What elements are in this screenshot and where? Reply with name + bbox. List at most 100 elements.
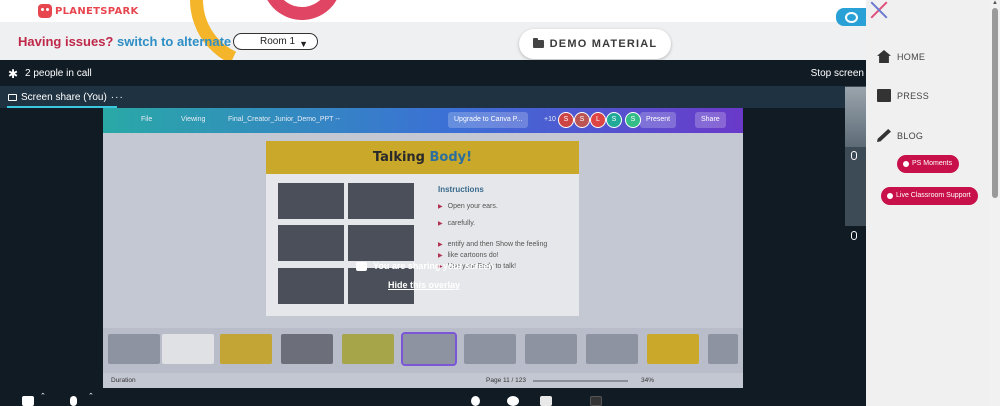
slide-thumbnail <box>586 334 638 364</box>
canva-doc-title: Final_Creator_Junior_Demo_PPT -- <box>228 116 340 123</box>
canva-present-button: Present <box>640 112 677 128</box>
slide-title-part: Talking <box>372 150 430 165</box>
avatar: S <box>574 112 590 128</box>
people-count: 2 people in call <box>25 68 92 79</box>
canva-status-bar: Duration Page 11 / 123 34% <box>103 373 743 388</box>
demo-material-label: DEMO MATERIAL <box>549 38 658 50</box>
shared-screen: File Viewing Final_Creator_Junior_Demo_P… <box>103 108 743 388</box>
mic-icon <box>851 231 857 240</box>
avatar: L <box>590 112 606 128</box>
avatar: S <box>606 112 622 128</box>
more-options-icon[interactable]: ··· <box>111 92 124 103</box>
menu-item-label: PRESS <box>897 90 930 101</box>
avatar: S <box>625 112 641 128</box>
more-icon[interactable] <box>590 396 602 406</box>
scroll-up-icon[interactable]: ▲ <box>992 0 998 6</box>
pencil-icon <box>877 129 891 142</box>
sharing-overlay-message: You are sharing your screen <box>356 261 494 271</box>
zoom-slider <box>533 380 628 382</box>
video-call-area: ✱ 2 people in call Stop screen Screen sh… <box>0 60 866 406</box>
screen-share-icon <box>356 261 367 271</box>
slide-thumbnails <box>103 328 743 373</box>
chat-icon[interactable] <box>836 8 866 26</box>
slide-title-highlight: Body! <box>429 150 473 165</box>
chevron-up-icon[interactable]: ⌃ <box>88 392 94 400</box>
gear-icon[interactable]: ✱ <box>8 67 18 81</box>
issue-message: Having issues? switch to alternate room <box>18 34 267 49</box>
slide-thumbnail <box>647 334 699 364</box>
screen-share-stop-icon[interactable] <box>540 396 552 406</box>
screen-share-tab[interactable]: Screen share (You) ··· <box>8 92 124 103</box>
active-tab-indicator <box>7 106 117 108</box>
canva-collab-count: +10 <box>544 116 556 123</box>
slide-photo <box>348 225 414 261</box>
call-controls: ⌃ ⌃ <box>0 388 866 406</box>
slide-thumbnail <box>281 334 333 364</box>
instruction-line: like cartoons do! <box>438 252 499 259</box>
logo-icon <box>38 4 52 18</box>
instructions-heading: Instructions <box>438 185 484 194</box>
scrollbar-thumb[interactable] <box>992 8 998 198</box>
ps-moments-label: PS Moments <box>912 160 953 167</box>
demo-material-button[interactable]: DEMO MATERIAL <box>519 29 671 59</box>
slide-thumbnail <box>162 334 214 364</box>
menu-item-label: BLOG <box>897 130 924 141</box>
screen-share-tabbar: Screen share (You) ··· <box>0 86 845 108</box>
room-select-value: Room 1 <box>260 36 296 47</box>
instruction-line: entify and then Show the feeling <box>438 241 548 248</box>
canva-upgrade-button: Upgrade to Canva P... <box>448 112 529 128</box>
slide-photo <box>278 225 344 261</box>
canva-share-button: Share <box>695 112 726 128</box>
close-circle-icon <box>887 193 893 199</box>
ps-moments-button[interactable]: PS Moments <box>897 155 960 173</box>
page: PLANETSPARK Having issues? switch to alt… <box>0 0 1000 406</box>
canva-canvas: Talking Body! Instructions Open your ear… <box>103 133 743 328</box>
sharing-overlay-text: You are sharing your screen <box>373 261 494 271</box>
room-select[interactable]: Room 1 ▼ <box>233 33 318 50</box>
participants-icon[interactable] <box>471 396 480 406</box>
monitor-icon <box>8 94 17 101</box>
chat-bubble-icon[interactable] <box>507 396 519 406</box>
stop-screen-share-button[interactable]: Stop screen <box>811 68 864 79</box>
avatar: S <box>558 112 574 128</box>
zoom-value: 34% <box>641 377 655 384</box>
canva-file-menu: File <box>141 116 153 123</box>
slide-thumbnail <box>708 334 738 364</box>
slide-thumbnail <box>464 334 516 364</box>
slide-thumbnail <box>342 334 394 364</box>
menu-item-press[interactable]: PRESS <box>877 89 929 102</box>
folder-icon <box>532 38 544 48</box>
newspaper-icon <box>877 89 891 102</box>
issue-label: Having issues? <box>18 34 114 49</box>
camera-icon[interactable] <box>22 396 34 406</box>
menu-item-blog[interactable]: BLOG <box>877 129 923 142</box>
brand-logo[interactable]: PLANETSPARK <box>38 4 139 18</box>
screen-share-tab-label: Screen share (You) <box>21 92 107 103</box>
slide-thumbnail <box>108 334 160 364</box>
canva-viewing-menu: Viewing <box>181 116 206 123</box>
slide-photo <box>278 268 344 304</box>
slide-title: Talking Body! <box>266 141 579 174</box>
brand-name: PLANETSPARK <box>55 5 139 17</box>
slide-photo <box>348 183 414 219</box>
instruction-line: Open your ears. <box>438 203 498 210</box>
menu-item-home[interactable]: HOME <box>877 50 925 63</box>
microphone-icon[interactable] <box>70 396 77 406</box>
slide-photo <box>278 183 344 219</box>
hide-overlay-link[interactable]: Hide this overlay <box>388 280 460 290</box>
slide-thumbnail <box>220 334 272 364</box>
live-classroom-support-button[interactable]: Live Classroom Support <box>881 187 978 205</box>
live-classroom-support-label: Live Classroom Support <box>896 192 971 199</box>
chevron-up-icon[interactable]: ⌃ <box>40 392 46 400</box>
call-header: ✱ 2 people in call Stop screen <box>0 60 866 86</box>
mic-icon <box>851 151 857 160</box>
home-icon <box>877 50 891 63</box>
instruction-line: carefully. <box>438 220 476 227</box>
slide-thumbnail <box>525 334 577 364</box>
menu-item-label: HOME <box>897 51 926 62</box>
slide-thumbnail-selected <box>401 332 457 366</box>
participant-video <box>845 87 866 147</box>
canva-toolbar: File Viewing Final_Creator_Junior_Demo_P… <box>103 108 743 133</box>
close-circle-icon <box>903 161 909 167</box>
close-icon[interactable] <box>869 0 889 20</box>
